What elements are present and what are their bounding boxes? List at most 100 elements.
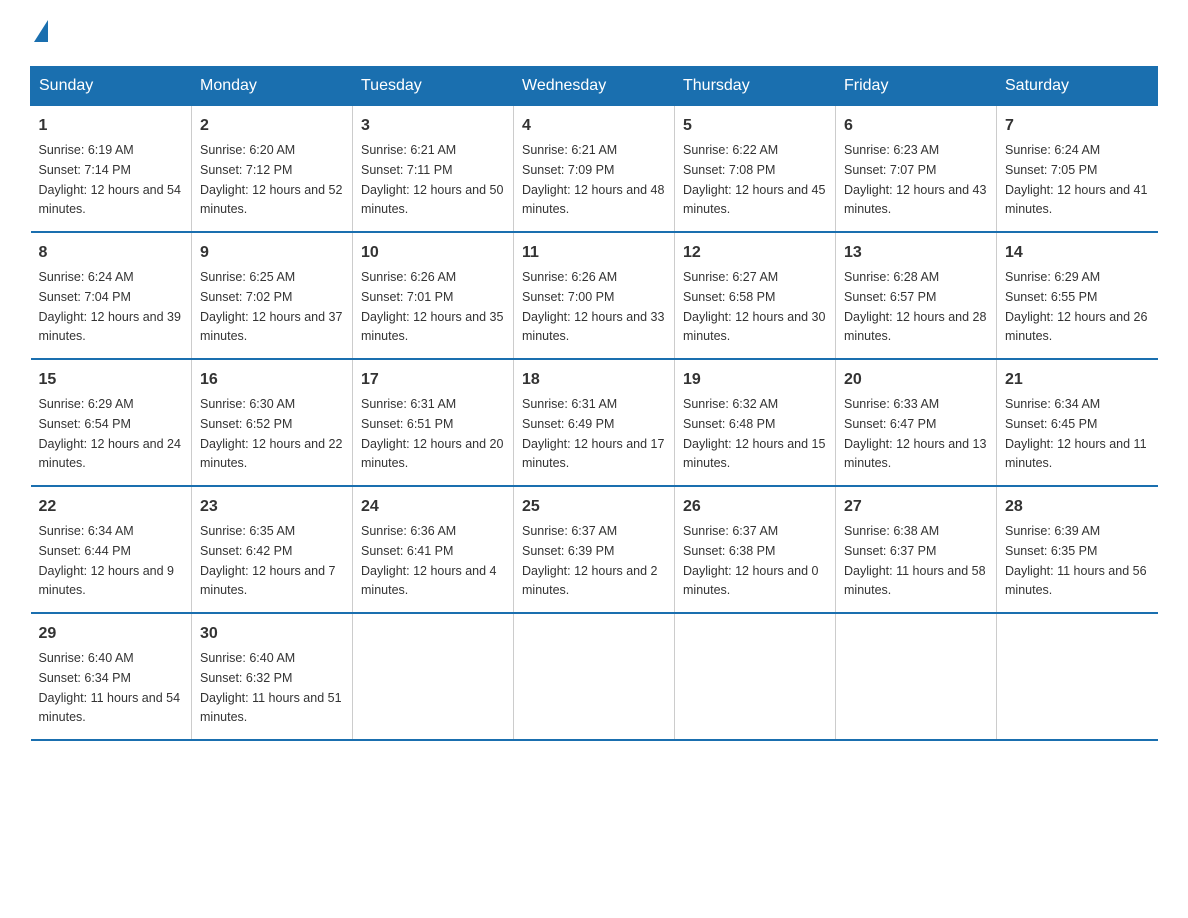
day-number: 27 <box>844 495 988 519</box>
day-number: 19 <box>683 368 827 392</box>
page-header <box>30 20 1158 46</box>
daylight-text: Daylight: 12 hours and 7 minutes. <box>200 564 336 598</box>
calendar-cell: 12 Sunrise: 6:27 AM Sunset: 6:58 PM Dayl… <box>675 232 836 359</box>
header-monday: Monday <box>192 67 353 106</box>
sunset-text: Sunset: 6:57 PM <box>844 290 936 304</box>
sunset-text: Sunset: 6:45 PM <box>1005 417 1097 431</box>
day-number: 11 <box>522 241 666 265</box>
daylight-text: Daylight: 12 hours and 39 minutes. <box>39 310 181 344</box>
day-number: 13 <box>844 241 988 265</box>
header-friday: Friday <box>836 67 997 106</box>
sunset-text: Sunset: 7:14 PM <box>39 163 131 177</box>
day-number: 16 <box>200 368 344 392</box>
sunset-text: Sunset: 6:37 PM <box>844 544 936 558</box>
daylight-text: Daylight: 12 hours and 54 minutes. <box>39 183 181 217</box>
calendar-cell: 24 Sunrise: 6:36 AM Sunset: 6:41 PM Dayl… <box>353 486 514 613</box>
sunrise-text: Sunrise: 6:35 AM <box>200 524 295 538</box>
calendar-cell: 8 Sunrise: 6:24 AM Sunset: 7:04 PM Dayli… <box>31 232 192 359</box>
sunset-text: Sunset: 7:01 PM <box>361 290 453 304</box>
day-number: 25 <box>522 495 666 519</box>
calendar-week-row: 22 Sunrise: 6:34 AM Sunset: 6:44 PM Dayl… <box>31 486 1158 613</box>
sunset-text: Sunset: 6:34 PM <box>39 671 131 685</box>
calendar-cell: 19 Sunrise: 6:32 AM Sunset: 6:48 PM Dayl… <box>675 359 836 486</box>
daylight-text: Daylight: 12 hours and 26 minutes. <box>1005 310 1147 344</box>
sunrise-text: Sunrise: 6:29 AM <box>1005 270 1100 284</box>
day-number: 23 <box>200 495 344 519</box>
daylight-text: Daylight: 12 hours and 0 minutes. <box>683 564 819 598</box>
sunrise-text: Sunrise: 6:37 AM <box>522 524 617 538</box>
sunrise-text: Sunrise: 6:40 AM <box>200 651 295 665</box>
daylight-text: Daylight: 12 hours and 50 minutes. <box>361 183 503 217</box>
sunrise-text: Sunrise: 6:20 AM <box>200 143 295 157</box>
daylight-text: Daylight: 12 hours and 48 minutes. <box>522 183 664 217</box>
sunrise-text: Sunrise: 6:24 AM <box>39 270 134 284</box>
sunset-text: Sunset: 6:52 PM <box>200 417 292 431</box>
day-number: 18 <box>522 368 666 392</box>
daylight-text: Daylight: 11 hours and 58 minutes. <box>844 564 986 598</box>
sunrise-text: Sunrise: 6:31 AM <box>361 397 456 411</box>
calendar-cell: 7 Sunrise: 6:24 AM Sunset: 7:05 PM Dayli… <box>997 106 1158 233</box>
sunset-text: Sunset: 7:09 PM <box>522 163 614 177</box>
sunset-text: Sunset: 6:39 PM <box>522 544 614 558</box>
daylight-text: Daylight: 11 hours and 56 minutes. <box>1005 564 1147 598</box>
sunset-text: Sunset: 7:07 PM <box>844 163 936 177</box>
day-number: 21 <box>1005 368 1150 392</box>
day-number: 1 <box>39 114 184 138</box>
day-number: 17 <box>361 368 505 392</box>
calendar-cell <box>353 613 514 740</box>
calendar-cell <box>514 613 675 740</box>
header-wednesday: Wednesday <box>514 67 675 106</box>
calendar-week-row: 8 Sunrise: 6:24 AM Sunset: 7:04 PM Dayli… <box>31 232 1158 359</box>
sunset-text: Sunset: 6:49 PM <box>522 417 614 431</box>
sunrise-text: Sunrise: 6:27 AM <box>683 270 778 284</box>
calendar-cell <box>997 613 1158 740</box>
sunrise-text: Sunrise: 6:30 AM <box>200 397 295 411</box>
sunset-text: Sunset: 6:55 PM <box>1005 290 1097 304</box>
sunrise-text: Sunrise: 6:33 AM <box>844 397 939 411</box>
daylight-text: Daylight: 12 hours and 52 minutes. <box>200 183 342 217</box>
calendar-cell <box>836 613 997 740</box>
daylight-text: Daylight: 12 hours and 20 minutes. <box>361 437 503 471</box>
sunset-text: Sunset: 7:05 PM <box>1005 163 1097 177</box>
calendar-cell <box>675 613 836 740</box>
daylight-text: Daylight: 12 hours and 41 minutes. <box>1005 183 1147 217</box>
calendar-week-row: 1 Sunrise: 6:19 AM Sunset: 7:14 PM Dayli… <box>31 106 1158 233</box>
sunrise-text: Sunrise: 6:23 AM <box>844 143 939 157</box>
sunrise-text: Sunrise: 6:28 AM <box>844 270 939 284</box>
sunset-text: Sunset: 7:00 PM <box>522 290 614 304</box>
day-number: 15 <box>39 368 184 392</box>
sunset-text: Sunset: 7:11 PM <box>361 163 453 177</box>
daylight-text: Daylight: 12 hours and 22 minutes. <box>200 437 342 471</box>
sunrise-text: Sunrise: 6:25 AM <box>200 270 295 284</box>
sunset-text: Sunset: 6:35 PM <box>1005 544 1097 558</box>
daylight-text: Daylight: 12 hours and 2 minutes. <box>522 564 658 598</box>
daylight-text: Daylight: 12 hours and 35 minutes. <box>361 310 503 344</box>
sunrise-text: Sunrise: 6:37 AM <box>683 524 778 538</box>
calendar-cell: 1 Sunrise: 6:19 AM Sunset: 7:14 PM Dayli… <box>31 106 192 233</box>
day-number: 24 <box>361 495 505 519</box>
calendar-header-row: SundayMondayTuesdayWednesdayThursdayFrid… <box>31 67 1158 106</box>
daylight-text: Daylight: 12 hours and 4 minutes. <box>361 564 497 598</box>
sunset-text: Sunset: 6:44 PM <box>39 544 131 558</box>
calendar-cell: 3 Sunrise: 6:21 AM Sunset: 7:11 PM Dayli… <box>353 106 514 233</box>
sunrise-text: Sunrise: 6:26 AM <box>361 270 456 284</box>
calendar-cell: 5 Sunrise: 6:22 AM Sunset: 7:08 PM Dayli… <box>675 106 836 233</box>
calendar-cell: 2 Sunrise: 6:20 AM Sunset: 7:12 PM Dayli… <box>192 106 353 233</box>
sunset-text: Sunset: 6:41 PM <box>361 544 453 558</box>
calendar-cell: 11 Sunrise: 6:26 AM Sunset: 7:00 PM Dayl… <box>514 232 675 359</box>
calendar-cell: 29 Sunrise: 6:40 AM Sunset: 6:34 PM Dayl… <box>31 613 192 740</box>
daylight-text: Daylight: 12 hours and 24 minutes. <box>39 437 181 471</box>
calendar-cell: 16 Sunrise: 6:30 AM Sunset: 6:52 PM Dayl… <box>192 359 353 486</box>
calendar-table: SundayMondayTuesdayWednesdayThursdayFrid… <box>30 66 1158 741</box>
day-number: 30 <box>200 622 344 646</box>
day-number: 3 <box>361 114 505 138</box>
calendar-week-row: 15 Sunrise: 6:29 AM Sunset: 6:54 PM Dayl… <box>31 359 1158 486</box>
sunset-text: Sunset: 6:58 PM <box>683 290 775 304</box>
day-number: 12 <box>683 241 827 265</box>
day-number: 8 <box>39 241 184 265</box>
daylight-text: Daylight: 12 hours and 15 minutes. <box>683 437 825 471</box>
day-number: 26 <box>683 495 827 519</box>
header-saturday: Saturday <box>997 67 1158 106</box>
calendar-cell: 30 Sunrise: 6:40 AM Sunset: 6:32 PM Dayl… <box>192 613 353 740</box>
calendar-cell: 10 Sunrise: 6:26 AM Sunset: 7:01 PM Dayl… <box>353 232 514 359</box>
